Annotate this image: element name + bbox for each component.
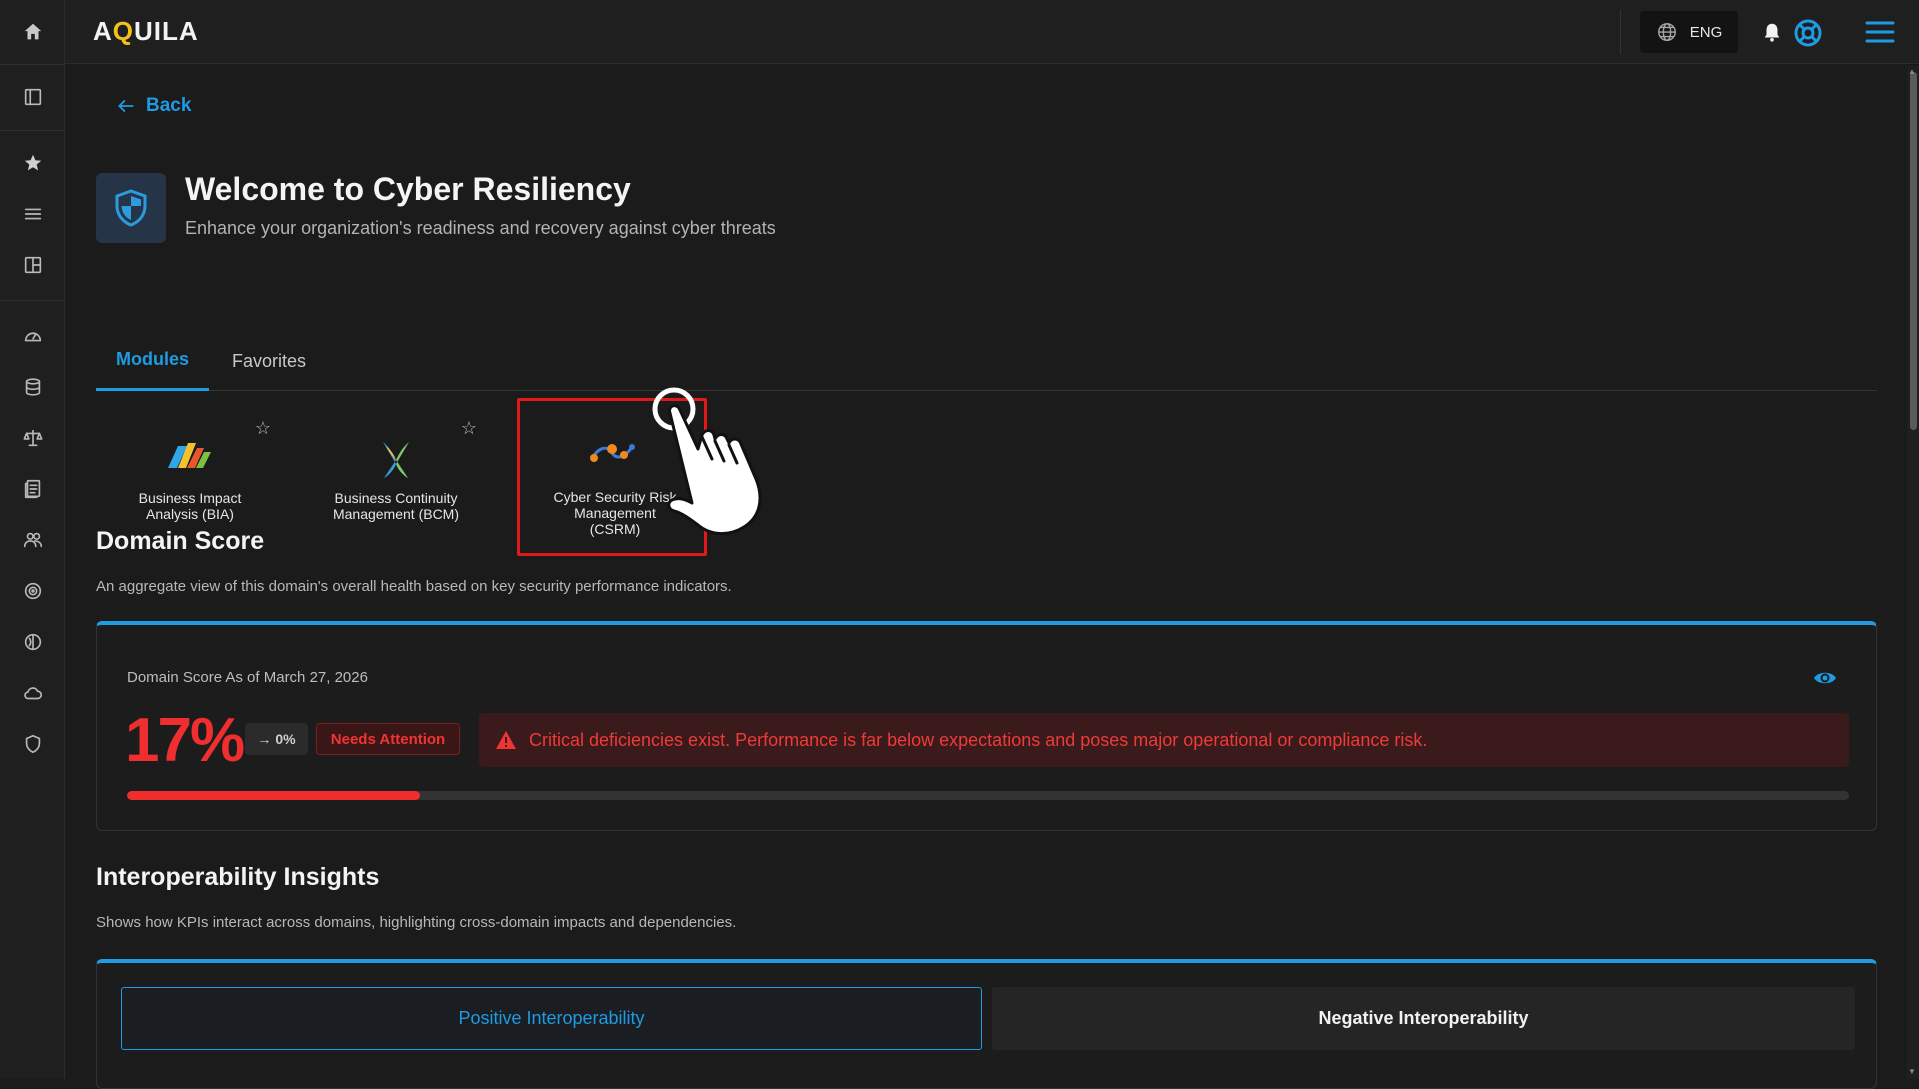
module-label: Business Continuity Management (BCM) — [332, 490, 460, 522]
tab-negative-interoperability[interactable]: Negative Interoperability — [992, 987, 1855, 1050]
favorite-star-icon[interactable]: ☆ — [461, 418, 477, 439]
interoperability-description: Shows how KPIs interact across domains, … — [96, 914, 737, 931]
scroll-down-arrow[interactable]: ▼ — [1908, 1067, 1916, 1076]
globe-icon — [1657, 23, 1676, 41]
arrow-right-icon: → — [257, 731, 272, 747]
brain-icon[interactable] — [0, 622, 65, 662]
help-lifebuoy-icon[interactable] — [1794, 19, 1822, 47]
scroll-up-arrow[interactable]: ▲ — [1908, 67, 1916, 76]
cloud-icon[interactable] — [0, 673, 65, 713]
bia-logo-icon — [168, 443, 211, 468]
back-label: Back — [146, 95, 192, 116]
reports-icon[interactable] — [0, 469, 65, 509]
score-value: 17% — [125, 706, 245, 775]
module-tabs: Modules Favorites — [96, 331, 1877, 391]
dashboard-gauge-icon[interactable] — [0, 316, 65, 356]
csrm-logo-icon — [590, 444, 635, 462]
module-card-csrm[interactable]: ☆ Cyber Security Risk Management (CSRM) — [517, 398, 707, 556]
warning-triangle-icon — [496, 731, 516, 749]
score-progress-fill — [127, 791, 420, 800]
users-group-icon[interactable] — [0, 520, 65, 560]
top-bar: AQUILA ENG — [65, 0, 1919, 64]
page-title: Welcome to Cyber Resiliency — [185, 171, 631, 207]
trend-value: 0% — [275, 731, 296, 747]
list-menu-icon[interactable] — [0, 194, 65, 234]
tab-modules[interactable]: Modules — [96, 331, 209, 391]
aquila-logo[interactable]: AQUILA — [93, 16, 199, 47]
scales-icon[interactable] — [0, 418, 65, 458]
target-icon[interactable] — [0, 571, 65, 611]
critical-alert-banner: Critical deficiencies exist. Performance… — [479, 713, 1849, 767]
score-date-label: Domain Score As of March 27, 2026 — [127, 669, 368, 686]
favorite-star-icon[interactable]: ☆ — [255, 418, 271, 439]
status-badge: Needs Attention — [316, 723, 460, 755]
topbar-divider — [1620, 10, 1621, 54]
domain-score-card: Domain Score As of March 27, 2026 17% → … — [96, 621, 1877, 831]
domain-score-description: An aggregate view of this domain's overa… — [96, 578, 732, 595]
hamburger-menu-icon[interactable] — [1865, 19, 1895, 45]
scrollbar-thumb[interactable] — [1910, 72, 1917, 430]
domain-score-title: Domain Score — [96, 527, 265, 555]
shield-icon[interactable] — [0, 724, 65, 764]
module-card-bcm[interactable]: ☆ Business Continuity Management (BCM) — [301, 400, 491, 555]
panel-toggle-icon[interactable] — [0, 77, 65, 117]
interoperability-card: Positive Interoperability Negative Inter… — [96, 959, 1877, 1089]
tab-favorites[interactable]: Favorites — [209, 331, 329, 391]
score-progress-bar — [127, 791, 1849, 800]
favorites-star-icon[interactable] — [0, 143, 65, 183]
tab-positive-interoperability[interactable]: Positive Interoperability — [121, 987, 982, 1050]
favorite-star-icon[interactable]: ☆ — [674, 419, 690, 440]
score-trend-badge: → 0% — [245, 723, 308, 755]
module-label: Cyber Security Risk Management (CSRM) — [553, 489, 677, 537]
bell-icon[interactable] — [1761, 20, 1783, 44]
main-content: Back Welcome to Cyber Resiliency Enhance… — [65, 65, 1907, 1089]
eye-icon[interactable] — [1812, 665, 1838, 691]
page-subtitle: Enhance your organization's readiness an… — [185, 218, 776, 238]
layout-grid-icon[interactable] — [0, 245, 65, 285]
arrow-left-icon — [118, 100, 134, 112]
alert-message: Critical deficiencies exist. Performance… — [529, 729, 1428, 750]
cyber-shield-icon — [96, 173, 166, 243]
bcm-logo-icon — [383, 442, 409, 478]
interoperability-title: Interoperability Insights — [96, 863, 380, 891]
database-icon[interactable] — [0, 367, 65, 407]
left-sidebar — [0, 0, 65, 1079]
home-icon[interactable] — [0, 12, 65, 52]
language-label: ENG — [1689, 23, 1723, 41]
module-label: Business Impact Analysis (BIA) — [138, 490, 242, 522]
back-link[interactable]: Back — [116, 95, 191, 117]
language-selector[interactable]: ENG — [1640, 11, 1738, 53]
